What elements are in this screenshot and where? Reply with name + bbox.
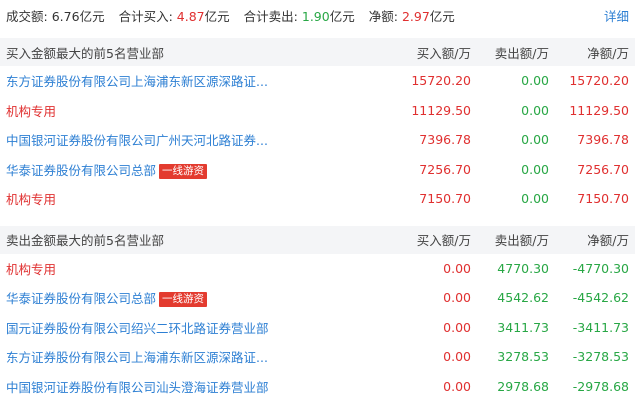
broker-name-link[interactable]: 东方证券股份有限公司上海浦东新区源深路证... [6,347,393,366]
sell-table-header: 卖出金额最大的前5名营业部 买入额/万 卖出额/万 净额/万 [0,225,635,254]
broker-name-link[interactable]: 机构专用 [6,101,393,120]
broker-name-link[interactable]: 机构专用 [6,259,393,278]
total-sell-unit: 亿元 [329,8,355,24]
broker-name: 机构专用 [6,261,57,277]
net-amount: 7256.70 [577,161,629,177]
net-amount: 15720.20 [569,73,629,89]
sell-amount: 3278.53 [497,349,549,365]
table-row[interactable]: 机构专用 7150.70 0.00 7150.70 [0,184,635,214]
buy-amount: 7256.70 [419,161,471,177]
sell-amount: 0.00 [521,73,549,89]
net-summary: 净额: 2.97亿元 [369,6,455,25]
broker-name: 东方证券股份有限公司上海浦东新区源深路证... [6,74,268,90]
detail-link[interactable]: 详细 [604,6,629,25]
buy-amount: 7150.70 [419,191,471,207]
buy-amount: 0.00 [443,260,471,276]
buy-section-title: 买入金额最大的前5名营业部 [6,45,164,61]
sell-amount: 0.00 [521,191,549,207]
col-net-amount: 净额/万 [587,233,629,248]
net-value: 2.97 [401,8,430,24]
broker-name: 东方证券股份有限公司上海浦东新区源深路证... [6,350,268,366]
net-amount: 7396.78 [577,132,629,148]
buy-amount: 0.00 [443,349,471,365]
col-net-amount: 净额/万 [587,45,629,61]
broker-name: 机构专用 [6,103,57,119]
broker-name: 华泰证券股份有限公司总部 [6,162,157,178]
col-buy-amount: 买入额/万 [416,233,471,248]
net-unit: 亿元 [429,8,455,24]
broker-name-link[interactable]: 华泰证券股份有限公司总部 一线游资 [6,160,393,179]
buy-amount: 0.00 [443,290,471,306]
sell-top5-section: 卖出金额最大的前5名营业部 买入额/万 卖出额/万 净额/万 机构专用 0.00 4… [0,225,635,402]
broker-name-link[interactable]: 中国银河证券股份有限公司汕头澄海证券营业部 [6,377,393,396]
turnover-label: 成交额: [6,8,48,24]
buy-amount: 0.00 [443,319,471,335]
col-sell-amount: 卖出额/万 [494,233,549,248]
net-label: 净额: [368,8,398,24]
turnover-unit: 亿元 [79,8,105,24]
col-buy-amount: 买入额/万 [416,45,471,61]
total-sell-summary: 合计卖出: 1.90亿元 [244,6,355,25]
net-amount: -4542.62 [572,290,629,306]
table-row[interactable]: 机构专用 0.00 4770.30 -4770.30 [0,254,635,284]
hot-money-badge: 一线游资 [159,292,208,308]
sell-amount: 0.00 [521,102,549,118]
turnover-value: 6.76 [51,8,80,24]
net-amount: -3411.73 [572,319,629,335]
total-buy-summary: 合计买入: 4.87亿元 [119,6,230,25]
total-sell-label: 合计卖出: [243,8,298,24]
net-amount: 7150.70 [577,191,629,207]
net-amount: -2978.68 [572,378,629,394]
total-buy-label: 合计买入: [118,8,173,24]
sell-amount: 2978.68 [497,378,549,394]
table-row[interactable]: 机构专用 11129.50 0.00 11129.50 [0,96,635,126]
broker-name: 中国银河证券股份有限公司广州天河北路证券... [6,133,268,149]
table-row[interactable]: 华泰证券股份有限公司总部 一线游资 7256.70 0.00 7256.70 [0,155,635,185]
net-amount: -3278.53 [572,349,629,365]
table-row[interactable]: 国元证券股份有限公司绍兴二环北路证券营业部 0.00 3411.73 -3411.73 [0,313,635,343]
table-row[interactable]: 东方证券股份有限公司上海浦东新区源深路证... 0.00 3278.53 -3278.… [0,342,635,372]
buy-amount: 0.00 [443,378,471,394]
broker-name: 机构专用 [6,192,57,208]
buy-amount: 15720.20 [411,73,471,89]
sell-amount: 4770.30 [497,260,549,276]
buy-table-header: 买入金额最大的前5名营业部 买入额/万 卖出额/万 净额/万 [0,38,635,66]
net-amount: -4770.30 [572,260,629,276]
buy-table-body: 东方证券股份有限公司上海浦东新区源深路证... 15720.20 0.00 15720… [0,66,635,214]
broker-name: 中国银河证券股份有限公司汕头澄海证券营业部 [6,379,269,395]
broker-name-link[interactable]: 华泰证券股份有限公司总部 一线游资 [6,288,393,308]
sell-amount: 0.00 [521,161,549,177]
sell-amount: 4542.62 [497,290,549,306]
broker-name-link[interactable]: 东方证券股份有限公司上海浦东新区源深路证... [6,71,393,90]
buy-amount: 11129.50 [411,102,471,118]
total-sell-value: 1.90 [301,8,330,24]
turnover-summary: 成交额: 6.76亿元 [6,6,105,25]
table-row[interactable]: 中国银河证券股份有限公司广州天河北路证券... 7396.78 0.00 7396.7… [0,125,635,155]
net-amount: 11129.50 [569,102,629,118]
col-sell-amount: 卖出额/万 [494,45,549,61]
buy-amount: 7396.78 [419,132,471,148]
broker-name-link[interactable]: 国元证券股份有限公司绍兴二环北路证券营业部 [6,318,393,337]
total-buy-value: 4.87 [176,8,205,24]
sell-section-title: 卖出金额最大的前5名营业部 [6,233,164,248]
broker-name: 国元证券股份有限公司绍兴二环北路证券营业部 [6,320,269,336]
buy-top5-section: 买入金额最大的前5名营业部 买入额/万 卖出额/万 净额/万 东方证券股份有限公… [0,38,635,214]
broker-name-link[interactable]: 中国银河证券股份有限公司广州天河北路证券... [6,130,393,149]
broker-name-link[interactable]: 机构专用 [6,189,393,208]
sell-table-body: 机构专用 0.00 4770.30 -4770.30 华泰证券股份有限公司总部 一线游资 0… [0,254,635,402]
table-row[interactable]: 华泰证券股份有限公司总部 一线游资 0.00 4542.62 -4542.62 [0,283,635,313]
sell-amount: 3411.73 [497,319,549,335]
table-row[interactable]: 中国银河证券股份有限公司汕头澄海证券营业部 0.00 2978.68 -2978.68 [0,372,635,402]
broker-name: 华泰证券股份有限公司总部 [6,291,157,307]
hot-money-badge: 一线游资 [159,163,208,179]
table-row[interactable]: 东方证券股份有限公司上海浦东新区源深路证... 15720.20 0.00 15720… [0,66,635,96]
sell-amount: 0.00 [521,132,549,148]
summary-bar: 成交额: 6.76亿元 合计买入: 4.87亿元 合计卖出: 1.90亿元 净额: 2.… [0,0,635,30]
total-buy-unit: 亿元 [204,8,230,24]
